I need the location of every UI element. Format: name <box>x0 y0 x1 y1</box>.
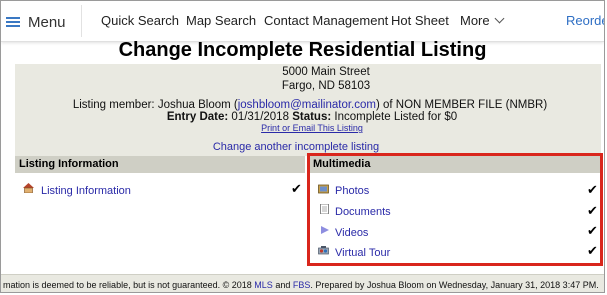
hamburger-icon <box>6 16 20 28</box>
status-value: Incomplete <box>334 111 391 123</box>
footer-text-start: mation is deemed to be reliable, but is … <box>3 280 255 290</box>
listing-information-link[interactable]: Listing Information <box>41 185 131 197</box>
member-email-link[interactable]: joshbloom@mailinator.com <box>238 99 376 111</box>
check-icon: ✔ <box>587 243 598 258</box>
document-icon <box>320 204 329 214</box>
house-icon <box>23 183 34 193</box>
footer-text-end: . Prepared by Joshua Bloom on Wednesday,… <box>310 280 599 290</box>
address-line-1: 5000 Main Street <box>282 66 370 78</box>
photo-icon <box>318 184 329 194</box>
entry-date-label: Entry Date: <box>166 111 229 123</box>
member-suffix: ) of NON MEMBER FILE (NMBR) <box>375 99 548 111</box>
app-window: Menu Quick Search Map Search Contact Man… <box>0 0 605 293</box>
listed-for: Listed for $0 <box>393 111 458 123</box>
listing-summary-panel: 5000 Main Street Fargo, ND 58103 Listing… <box>15 64 601 156</box>
print-email-link[interactable]: Print or Email This Listing <box>19 123 604 133</box>
multimedia-header: Multimedia <box>309 156 601 173</box>
listing-member: Listing member: Joshua Bloom (joshbloom@… <box>17 99 603 111</box>
reorder-link[interactable]: Reorde <box>566 13 604 28</box>
top-nav-bar: Menu Quick Search Map Search Contact Man… <box>1 1 604 42</box>
nav-contact-management[interactable]: Contact Management <box>264 13 388 28</box>
videos-link[interactable]: Videos <box>335 227 368 239</box>
nav-more-label: More <box>460 13 490 28</box>
entry-status-line: Entry Date: 01/31/2018 Status: Incomplet… <box>19 111 604 123</box>
check-icon: ✔ <box>587 223 598 238</box>
menu-button[interactable]: Menu <box>6 12 66 32</box>
listing-information-header: Listing Information <box>15 156 305 173</box>
nav-more[interactable]: More <box>460 13 505 28</box>
fbs-link[interactable]: FBS <box>293 280 311 290</box>
mls-link[interactable]: MLS <box>254 280 273 290</box>
footer-disclaimer: mation is deemed to be reliable, but is … <box>1 274 604 292</box>
nav-divider <box>81 5 82 37</box>
check-icon: ✔ <box>587 182 598 197</box>
documents-link[interactable]: Documents <box>335 206 391 218</box>
listing-sections: Listing Information Multimedia Listing I… <box>15 156 601 271</box>
check-icon: ✔ <box>291 181 302 196</box>
nav-hot-sheet[interactable]: Hot Sheet <box>391 13 449 28</box>
photos-link[interactable]: Photos <box>335 185 369 197</box>
nav-map-search[interactable]: Map Search <box>186 13 256 28</box>
footer-and: and <box>272 280 293 290</box>
video-icon <box>321 226 329 234</box>
virtual-tour-icon <box>318 246 329 255</box>
menu-label: Menu <box>28 13 66 31</box>
status-label: Status: <box>292 111 332 123</box>
virtual-tour-link[interactable]: Virtual Tour <box>335 247 390 259</box>
address-line-2: Fargo, ND 58103 <box>281 80 371 92</box>
check-icon: ✔ <box>587 203 598 218</box>
chevron-down-icon <box>494 13 505 24</box>
page-title: Change Incomplete Residential Listing <box>118 39 487 61</box>
entry-date-value: 01/31/2018 <box>231 111 289 123</box>
change-another-link[interactable]: Change another incomplete listing <box>3 141 589 153</box>
member-prefix: Listing member: Joshua Bloom ( <box>72 99 238 111</box>
nav-quick-search[interactable]: Quick Search <box>101 13 179 28</box>
